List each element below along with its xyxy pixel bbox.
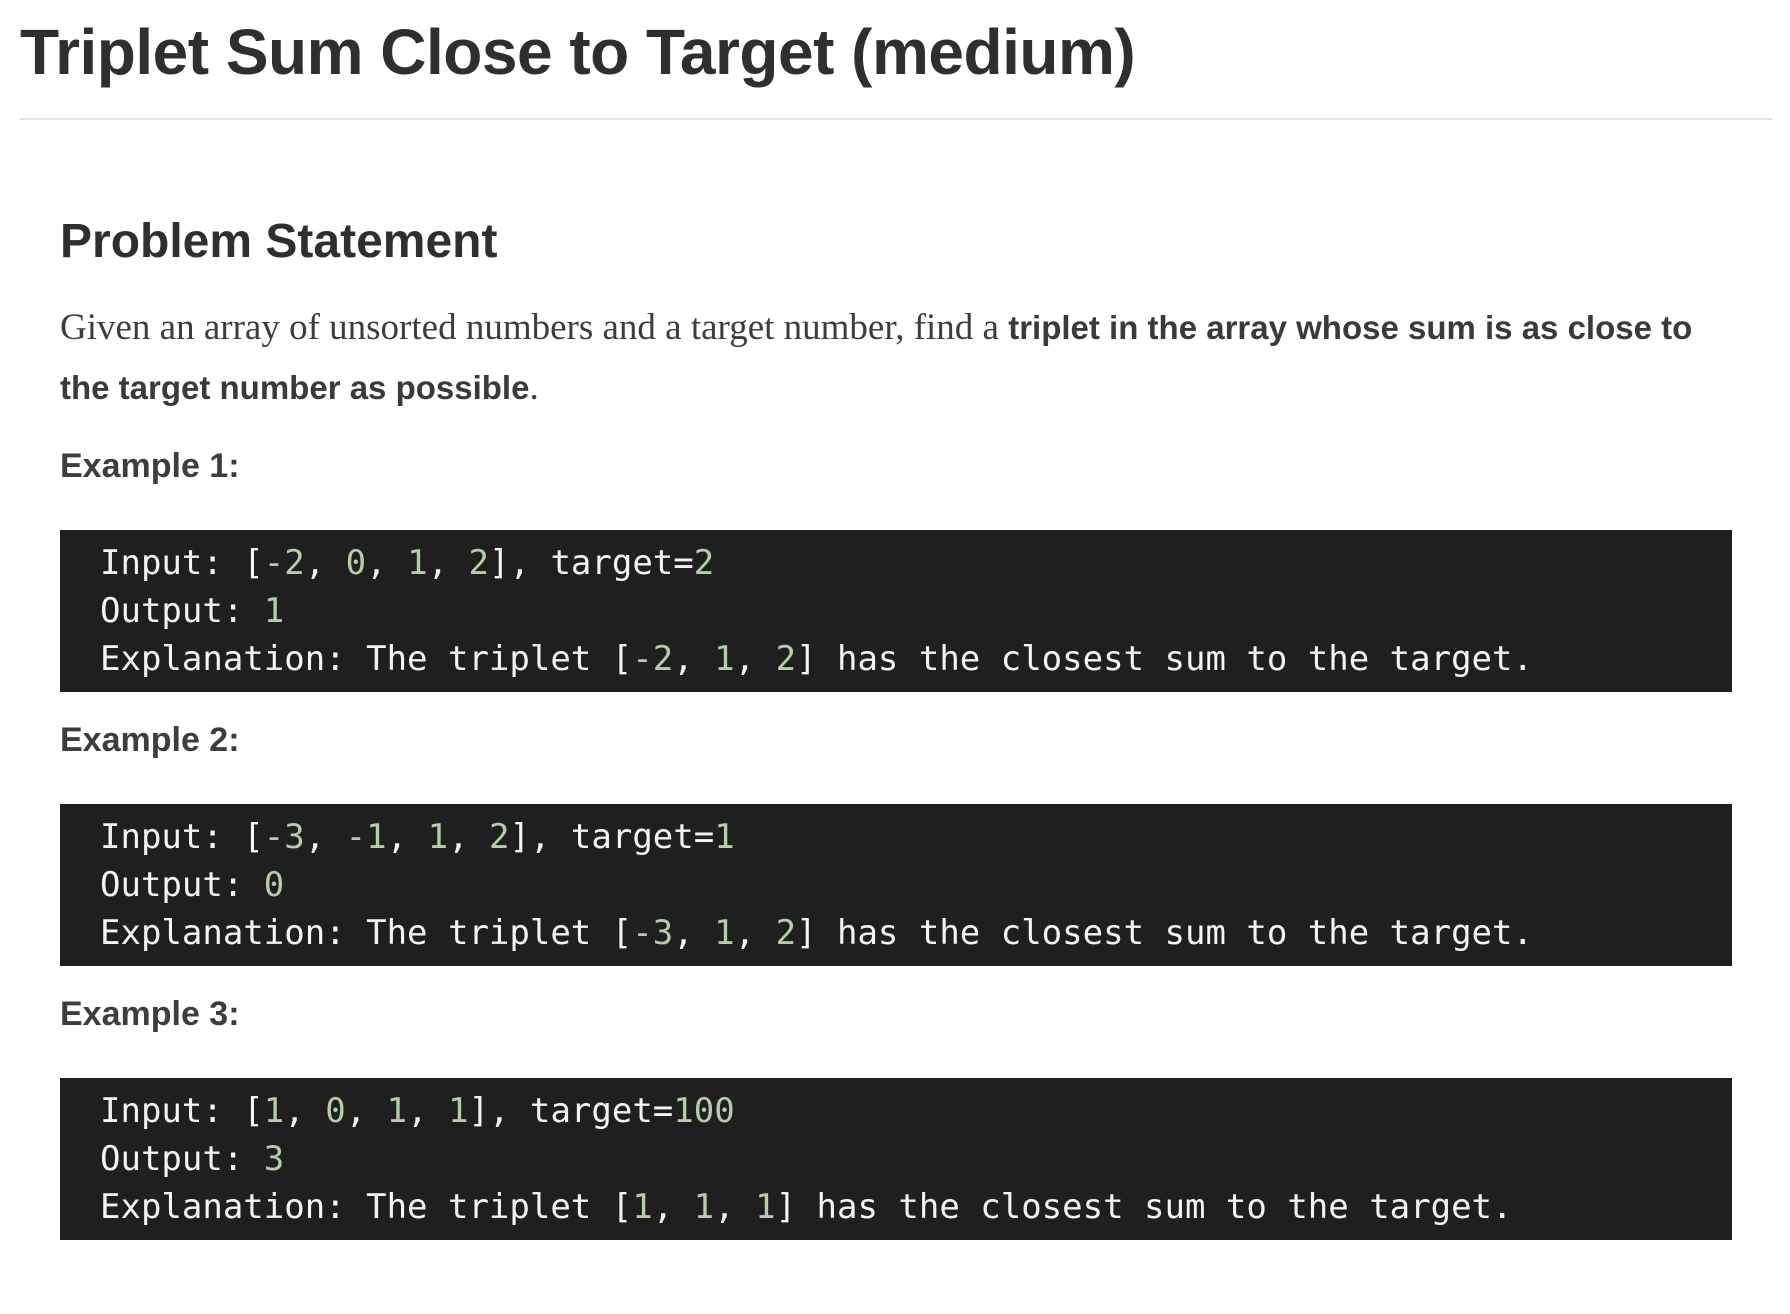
code-text: Output: (100, 1139, 264, 1179)
title-divider (20, 118, 1772, 120)
number-literal: -1 (345, 817, 387, 857)
code-text: ] has the closest sum to the target. (796, 913, 1533, 953)
code-line: Explanation: The triplet [-2, 1, 2] has … (100, 635, 1692, 683)
code-block: Input: [-2, 0, 1, 2], target=2 Output: 1E… (60, 530, 1732, 692)
example-1: Example 1: Input: [-2, 0, 1, 2], target=… (60, 439, 1732, 692)
code-text: Explanation: The triplet [ (100, 1187, 633, 1227)
number-literal: 0 (263, 865, 285, 905)
code-text: , (386, 817, 428, 857)
code-text: , (366, 543, 408, 583)
code-line: Explanation: The triplet [-3, 1, 2] has … (100, 909, 1692, 957)
example-heading: Example 3: (60, 995, 240, 1033)
number-literal: 1 (714, 639, 735, 679)
code-line: Output: 1 (100, 587, 1692, 635)
code-text: ], target= (468, 1091, 674, 1131)
number-literal: 1 (407, 543, 428, 583)
code-line: Input: [1, 0, 1, 1], target=100 (100, 1087, 1692, 1135)
code-text: , (734, 913, 776, 953)
example-heading: Example 1: (60, 447, 240, 485)
number-literal: -2 (632, 639, 674, 679)
code-text: Explanation: The triplet [ (100, 913, 633, 953)
number-literal: 2 (468, 543, 490, 583)
code-text: Input: [ (100, 543, 264, 583)
code-text: , (407, 1091, 449, 1131)
code-text: Output: (100, 591, 264, 631)
number-literal: 0 (345, 543, 367, 583)
number-literal: 1 (714, 913, 735, 953)
code-text: Explanation: The triplet [ (100, 639, 633, 679)
code-line: Input: [-2, 0, 1, 2], target=2 (100, 539, 1692, 587)
number-literal: 0 (325, 1091, 346, 1131)
number-literal: 2 (489, 817, 510, 857)
number-literal: -3 (263, 817, 305, 857)
problem-description: Given an array of unsorted numbers and a… (60, 298, 1732, 418)
number-literal: -3 (632, 913, 674, 953)
number-literal: 1 (263, 1091, 285, 1131)
code-line: Explanation: The triplet [1, 1, 1] has t… (100, 1183, 1692, 1231)
number-literal: -2 (263, 543, 305, 583)
code-text: ], target= (489, 543, 694, 583)
code-line: Output: 3 (100, 1135, 1692, 1183)
number-literal: 1 (755, 1187, 776, 1227)
number-literal: 1 (427, 817, 449, 857)
code-text: ] has the closest sum to the target. (796, 639, 1533, 679)
code-block: Input: [1, 0, 1, 1], target=100 Output: 3… (60, 1078, 1732, 1240)
code-text: , (345, 1091, 387, 1131)
number-literal: 1 (693, 1187, 715, 1227)
code-text: ], target= (509, 817, 715, 857)
code-text: Input: [ (100, 1091, 264, 1131)
number-literal: 1 (632, 1187, 653, 1227)
section-heading-problem-statement: Problem Statement (60, 215, 498, 268)
problem-content: Problem Statement Given an array of unso… (60, 200, 1732, 1240)
number-literal: 3 (263, 1139, 285, 1179)
code-text: , (734, 639, 776, 679)
code-line: Output: 0 (100, 861, 1692, 909)
code-text: Input: [ (100, 817, 264, 857)
code-text: , (673, 639, 715, 679)
code-block: Input: [-3, -1, 1, 2], target=1 Output: 0… (60, 804, 1732, 966)
code-text: , (448, 817, 490, 857)
number-literal: 1 (714, 817, 735, 857)
number-literal: 1 (386, 1091, 408, 1131)
code-text: ] has the closest sum to the target. (775, 1187, 1513, 1227)
number-literal: 2 (775, 913, 797, 953)
page-title: Triplet Sum Close to Target (medium) (20, 16, 1136, 88)
code-text: , (304, 543, 346, 583)
code-text: , (284, 1091, 326, 1131)
code-text: Output: (100, 865, 264, 905)
number-literal: 100 (673, 1091, 735, 1131)
number-literal: 2 (693, 543, 715, 583)
code-text: , (427, 543, 469, 583)
description-text: Given an array of unsorted numbers and a… (60, 307, 1009, 348)
code-line: Input: [-3, -1, 1, 2], target=1 (100, 813, 1692, 861)
number-literal: 2 (775, 639, 797, 679)
example-3: Example 3: Input: [1, 0, 1, 1], target=1… (60, 987, 1732, 1240)
code-text: , (714, 1187, 756, 1227)
description-end: . (529, 367, 539, 408)
code-text: , (673, 913, 715, 953)
number-literal: 1 (448, 1091, 469, 1131)
number-literal: 1 (263, 591, 285, 631)
example-heading: Example 2: (60, 721, 240, 759)
code-text: , (652, 1187, 694, 1227)
code-text: , (304, 817, 346, 857)
example-2: Example 2: Input: [-3, -1, 1, 2], target… (60, 713, 1732, 966)
